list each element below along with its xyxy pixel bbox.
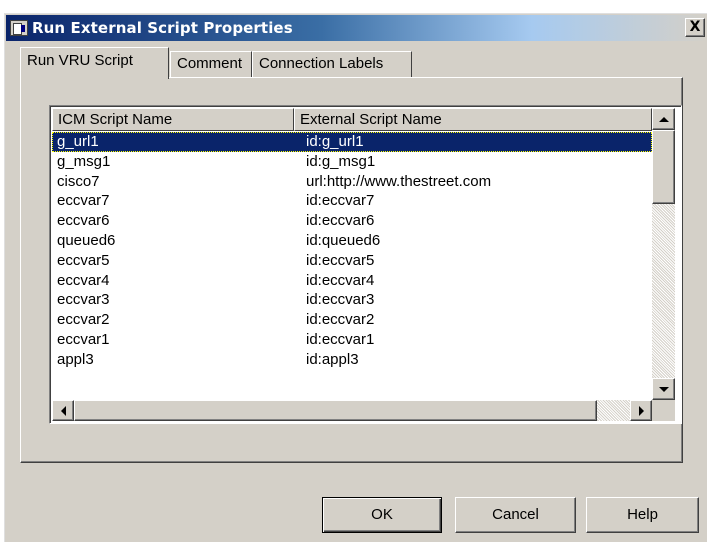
cancel-button[interactable]: Cancel bbox=[455, 497, 576, 533]
external-script-name-cell: id:appl3 bbox=[306, 350, 359, 368]
vertical-scrollbar[interactable] bbox=[652, 108, 675, 400]
dialog-app-icon bbox=[10, 20, 28, 36]
list-row[interactable]: eccvar7 id:eccvar7 bbox=[52, 191, 652, 211]
external-script-name-cell: id:eccvar1 bbox=[306, 330, 375, 348]
list-row[interactable]: eccvar3 id:eccvar3 bbox=[52, 290, 652, 310]
list-header: ICM Script Name External Script Name bbox=[52, 108, 652, 131]
external-script-name-cell: id:eccvar3 bbox=[306, 291, 375, 309]
list-row[interactable]: eccvar5 id:eccvar5 bbox=[52, 251, 652, 271]
external-script-name-cell: id:eccvar4 bbox=[306, 271, 375, 289]
icm-script-name-cell: g_url1 bbox=[57, 133, 99, 150]
tab-run-vru-script[interactable]: Run VRU Script bbox=[20, 47, 169, 79]
external-script-name-cell: id:g_url1 bbox=[306, 133, 364, 150]
external-script-name-cell: id:eccvar6 bbox=[306, 212, 375, 230]
list-row[interactable]: g_url1 id:g_url1 bbox=[52, 132, 652, 152]
icm-script-name-cell: eccvar2 bbox=[57, 311, 110, 329]
scroll-right-button[interactable] bbox=[630, 400, 652, 421]
list-row[interactable]: g_msg1 id:g_msg1 bbox=[52, 152, 652, 172]
icm-script-name-cell: eccvar3 bbox=[57, 291, 110, 309]
scrollbar-corner bbox=[652, 400, 675, 421]
icm-script-name-cell: eccvar7 bbox=[57, 192, 110, 210]
close-button[interactable]: X bbox=[685, 18, 705, 37]
icm-script-name-cell: cisco7 bbox=[57, 172, 100, 190]
external-script-name-cell: url:http://www.thestreet.com bbox=[306, 172, 492, 190]
title-bar[interactable]: Run External Script Properties X bbox=[6, 15, 707, 41]
external-script-name-cell: id:eccvar2 bbox=[306, 311, 375, 329]
scroll-up-arrow-icon bbox=[658, 116, 669, 122]
icm-script-name-cell: queued6 bbox=[57, 231, 116, 249]
scroll-left-arrow-icon bbox=[60, 405, 66, 416]
column-header-external-script-name[interactable]: External Script Name bbox=[294, 108, 652, 131]
external-script-name-cell: id:g_msg1 bbox=[306, 152, 376, 170]
horizontal-scroll-thumb[interactable] bbox=[74, 400, 597, 421]
icm-script-name-cell: eccvar4 bbox=[57, 271, 110, 289]
list-row[interactable]: eccvar2 id:eccvar2 bbox=[52, 310, 652, 330]
external-script-name-cell: id:eccvar7 bbox=[306, 192, 375, 210]
tab-connection-labels[interactable]: Connection Labels bbox=[252, 51, 412, 77]
script-list[interactable]: ICM Script Name External Script Name g_u… bbox=[49, 105, 682, 424]
list-row[interactable]: appl3 id:appl3 bbox=[52, 350, 652, 370]
list-row[interactable]: queued6 id:queued6 bbox=[52, 231, 652, 251]
icm-script-name-cell: appl3 bbox=[57, 350, 94, 368]
help-button[interactable]: Help bbox=[586, 497, 699, 533]
close-icon: X bbox=[689, 19, 701, 35]
list-rows: g_url1 id:g_url1 g_msg1 id:g_msg1 cisco7 url:… bbox=[52, 132, 652, 398]
scroll-right-arrow-icon bbox=[638, 405, 644, 416]
icm-script-name-cell: g_msg1 bbox=[57, 152, 111, 170]
list-row[interactable]: cisco7 url:http://www.thestreet.com bbox=[52, 172, 652, 192]
scroll-down-button[interactable] bbox=[652, 378, 675, 400]
icm-script-name-cell: eccvar5 bbox=[57, 251, 110, 269]
list-row[interactable]: eccvar6 id:eccvar6 bbox=[52, 211, 652, 231]
scroll-down-arrow-icon bbox=[658, 386, 669, 392]
vertical-scroll-thumb[interactable] bbox=[652, 130, 675, 204]
ok-button[interactable]: OK bbox=[322, 497, 442, 533]
list-row[interactable]: eccvar4 id:eccvar4 bbox=[52, 271, 652, 291]
icm-script-name-cell: eccvar1 bbox=[57, 330, 110, 348]
column-header-icm-script-name[interactable]: ICM Script Name bbox=[52, 108, 294, 131]
list-row[interactable]: eccvar1 id:eccvar1 bbox=[52, 330, 652, 350]
icm-script-name-cell: eccvar6 bbox=[57, 212, 110, 230]
scroll-up-button[interactable] bbox=[652, 108, 675, 130]
external-script-name-cell: id:eccvar5 bbox=[306, 251, 375, 269]
dialog-title: Run External Script Properties bbox=[32, 19, 293, 37]
horizontal-scrollbar[interactable] bbox=[52, 400, 652, 421]
external-script-name-cell: id:queued6 bbox=[306, 231, 381, 249]
tab-comment[interactable]: Comment bbox=[170, 51, 252, 77]
scroll-left-button[interactable] bbox=[52, 400, 74, 421]
tab-panel: ICM Script Name External Script Name g_u… bbox=[20, 77, 683, 463]
